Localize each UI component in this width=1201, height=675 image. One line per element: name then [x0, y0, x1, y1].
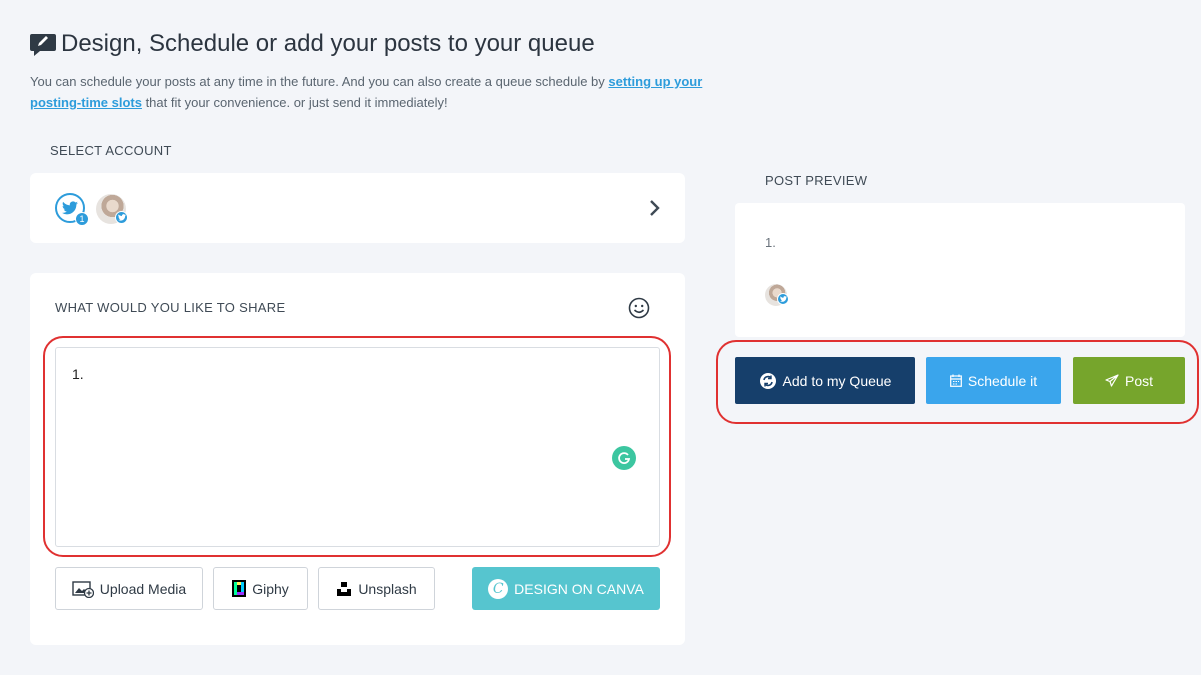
account-count-badge: 1 — [75, 212, 89, 226]
calendar-icon — [949, 374, 962, 387]
post-preview-label: POST PREVIEW — [765, 173, 868, 188]
upload-media-button[interactable]: Upload Media — [55, 567, 203, 610]
twitter-icon — [62, 201, 78, 215]
twitter-icon — [117, 214, 126, 221]
page-title: Design, Schedule or add your posts to yo… — [61, 30, 595, 57]
select-account-label: SELECT ACCOUNT — [50, 143, 172, 158]
intro-text-start: You can schedule your posts at any time … — [30, 74, 609, 89]
unsplash-label: Unsplash — [358, 580, 417, 597]
giphy-label: Giphy — [252, 580, 289, 597]
canva-label: DESIGN ON CANVA — [514, 580, 644, 597]
schedule-it-label: Schedule it — [967, 372, 1038, 389]
upload-media-label: Upload Media — [99, 580, 187, 597]
composer-label: WHAT WOULD YOU LIKE TO SHARE — [55, 300, 286, 315]
add-to-queue-label: Add to my Queue — [782, 372, 892, 389]
grammarly-icon[interactable] — [612, 446, 636, 470]
page-intro: You can schedule your posts at any time … — [30, 71, 750, 113]
queue-sync-icon — [759, 372, 776, 389]
preview-text: 1. — [765, 235, 776, 250]
account-selector[interactable]: 1 — [30, 173, 685, 243]
unsplash-button[interactable]: Unsplash — [318, 567, 435, 610]
post-text-editor[interactable]: 1. — [55, 347, 660, 547]
preview-twitter-badge — [777, 293, 789, 305]
giphy-button[interactable]: Giphy — [213, 567, 308, 610]
avatar-twitter-badge — [115, 211, 128, 224]
giphy-icon — [232, 580, 247, 597]
unsplash-icon — [337, 581, 352, 596]
post-text: 1. — [72, 366, 84, 382]
canva-icon: C — [488, 578, 509, 599]
schedule-it-button[interactable]: Schedule it — [926, 357, 1061, 404]
send-icon — [1105, 374, 1119, 387]
composer-card: WHAT WOULD YOU LIKE TO SHARE 1. Upload M… — [30, 273, 685, 645]
intro-text-end: that fit your convenience. or just send … — [141, 95, 448, 110]
add-to-queue-button[interactable]: Add to my Queue — [735, 357, 915, 404]
design-on-canva-button[interactable]: C DESIGN ON CANVA — [472, 567, 660, 610]
post-label: Post — [1124, 372, 1153, 389]
smiley-icon[interactable] — [628, 297, 650, 319]
image-add-icon — [72, 580, 94, 598]
post-preview-card: 1. — [735, 203, 1185, 337]
twitter-icon — [779, 296, 787, 302]
post-button[interactable]: Post — [1073, 357, 1185, 404]
grammarly-g-icon — [618, 452, 631, 464]
compose-icon — [30, 34, 56, 56]
page-header: Design, Schedule or add your posts to yo… — [30, 30, 595, 58]
chevron-right-icon[interactable] — [648, 199, 660, 217]
